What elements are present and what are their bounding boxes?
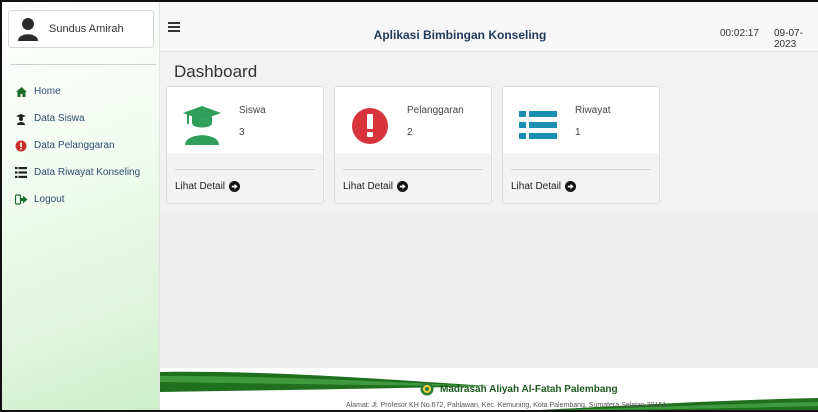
app-window: Sundus Amirah Home Data Siswa Data Pelan…: [0, 0, 818, 412]
card-footer: Lihat Detail: [167, 153, 323, 203]
lihat-detail-link[interactable]: Lihat Detail: [343, 181, 409, 192]
arrow-circle-right-icon: [397, 181, 409, 192]
graduate-icon: [183, 106, 221, 145]
school-logo-icon: [420, 382, 434, 396]
app-title: Aplikasi Bimbingan Konseling: [373, 28, 547, 42]
sidebar-item-data-riwayat-konseling[interactable]: Data Riwayat Konseling: [2, 159, 160, 186]
user-name: Sundus Amirah: [49, 23, 124, 35]
sidebar: Sundus Amirah Home Data Siswa Data Pelan…: [2, 2, 160, 410]
card-label: Siswa: [239, 105, 266, 116]
card-divider: [511, 169, 651, 170]
school-brand: Madrasah Aliyah Al-Fatah Palembang: [420, 382, 618, 396]
list-icon: [14, 167, 28, 179]
link-label: Lihat Detail: [175, 181, 226, 192]
card-divider: [343, 169, 483, 170]
card-count: 1: [575, 127, 581, 138]
avatar: [15, 16, 41, 42]
list-icon: [519, 111, 557, 139]
sidebar-item-home[interactable]: Home: [2, 78, 160, 105]
link-label: Lihat Detail: [343, 181, 394, 192]
user-panel[interactable]: Sundus Amirah: [8, 10, 154, 48]
top-bar: Aplikasi Bimbingan Konseling 00:02:17 09…: [160, 2, 818, 52]
sidebar-divider: [10, 64, 156, 65]
card-label: Pelanggaran: [407, 105, 464, 116]
sidebar-item-data-siswa[interactable]: Data Siswa: [2, 105, 160, 132]
school-name: Madrasah Aliyah Al-Fatah Palembang: [440, 383, 618, 395]
sidebar-item-label: Data Pelanggaran: [34, 140, 115, 151]
main-content: Dashboard Siswa 3 Lihat Detail Pelanggar…: [160, 52, 818, 410]
lihat-detail-link[interactable]: Lihat Detail: [175, 181, 241, 192]
card-footer: Lihat Detail: [335, 153, 491, 203]
sidebar-item-label: Data Siswa: [34, 113, 85, 124]
home-icon: [14, 86, 28, 98]
card-riwayat: Riwayat 1 Lihat Detail: [502, 86, 660, 204]
card-count: 3: [239, 127, 245, 138]
card-count: 2: [407, 127, 413, 138]
student-icon: [14, 113, 28, 125]
date: 09-07-2023: [774, 28, 803, 50]
sidebar-item-label: Home: [34, 86, 61, 97]
sidebar-item-label: Data Riwayat Konseling: [34, 167, 141, 178]
link-label: Lihat Detail: [511, 181, 562, 192]
card-divider: [175, 169, 315, 170]
clock: 00:02:17: [720, 28, 759, 39]
content-panel: [160, 210, 818, 374]
card-siswa: Siswa 3 Lihat Detail: [166, 86, 324, 204]
sidebar-item-logout[interactable]: Logout: [2, 186, 160, 213]
sidebar-item-data-pelanggaran[interactable]: Data Pelanggaran: [2, 132, 160, 159]
card-pelanggaran: Pelanggaran 2 Lihat Detail: [334, 86, 492, 204]
logout-icon: [14, 194, 28, 206]
school-address: Alamat: Jl. Profesor KH No.672, Pahlawan…: [346, 402, 667, 409]
sidebar-item-label: Logout: [34, 194, 65, 205]
sidebar-menu: Home Data Siswa Data Pelanggaran Data Ri…: [2, 78, 160, 213]
footer: Madrasah Aliyah Al-Fatah Palembang Alama…: [160, 368, 818, 410]
card-footer: Lihat Detail: [503, 153, 659, 203]
card-label: Riwayat: [575, 105, 611, 116]
alert-icon: [14, 140, 28, 152]
arrow-circle-right-icon: [565, 181, 577, 192]
page-title: Dashboard: [174, 62, 258, 81]
arrow-circle-right-icon: [229, 181, 241, 192]
lihat-detail-link[interactable]: Lihat Detail: [511, 181, 577, 192]
exclamation-icon: [352, 108, 388, 144]
